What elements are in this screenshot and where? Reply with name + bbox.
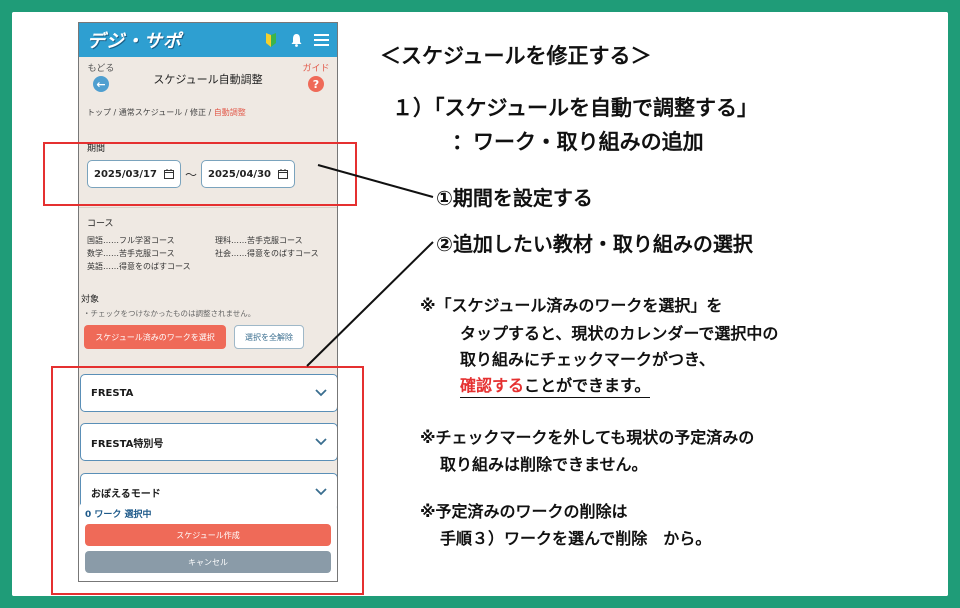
note-1-line-4-rest: ことができます。 — [524, 376, 651, 395]
note-1-line-2: タップすると、現状のカレンダーで選択中の — [460, 324, 779, 343]
point-1: ①期間を設定する — [436, 186, 593, 210]
confirm-emphasis: 確認する — [460, 376, 525, 395]
note-3-line-1: ※予定済みのワークの削除は — [420, 502, 628, 521]
note-1-line-4: 確認することができます。 — [460, 372, 651, 398]
note-3-line-2: 手順３）ワークを選んで削除 から。 — [440, 529, 712, 548]
note-2-line-2: 取り組みは削除できません。 — [440, 455, 648, 474]
step-subtitle: ：ワーク・取り組みの追加 — [452, 130, 704, 154]
instructions-heading: ＜スケジュールを修正する＞ — [380, 44, 652, 68]
step-title: １）「スケジュールを自動で調整する」 — [392, 96, 759, 120]
connector-line-1 — [317, 164, 434, 198]
note-2-line-1: ※チェックマークを外しても現状の予定済みの — [420, 428, 755, 447]
point-2: ②追加したい教材・取り組みの選択 — [436, 232, 753, 256]
connector-line-2 — [306, 241, 434, 367]
note-1-line-3: 取り組みにチェックマークがつき、 — [460, 350, 715, 369]
note-1-line-1: ※「スケジュール済みのワークを選択」を — [420, 296, 723, 315]
